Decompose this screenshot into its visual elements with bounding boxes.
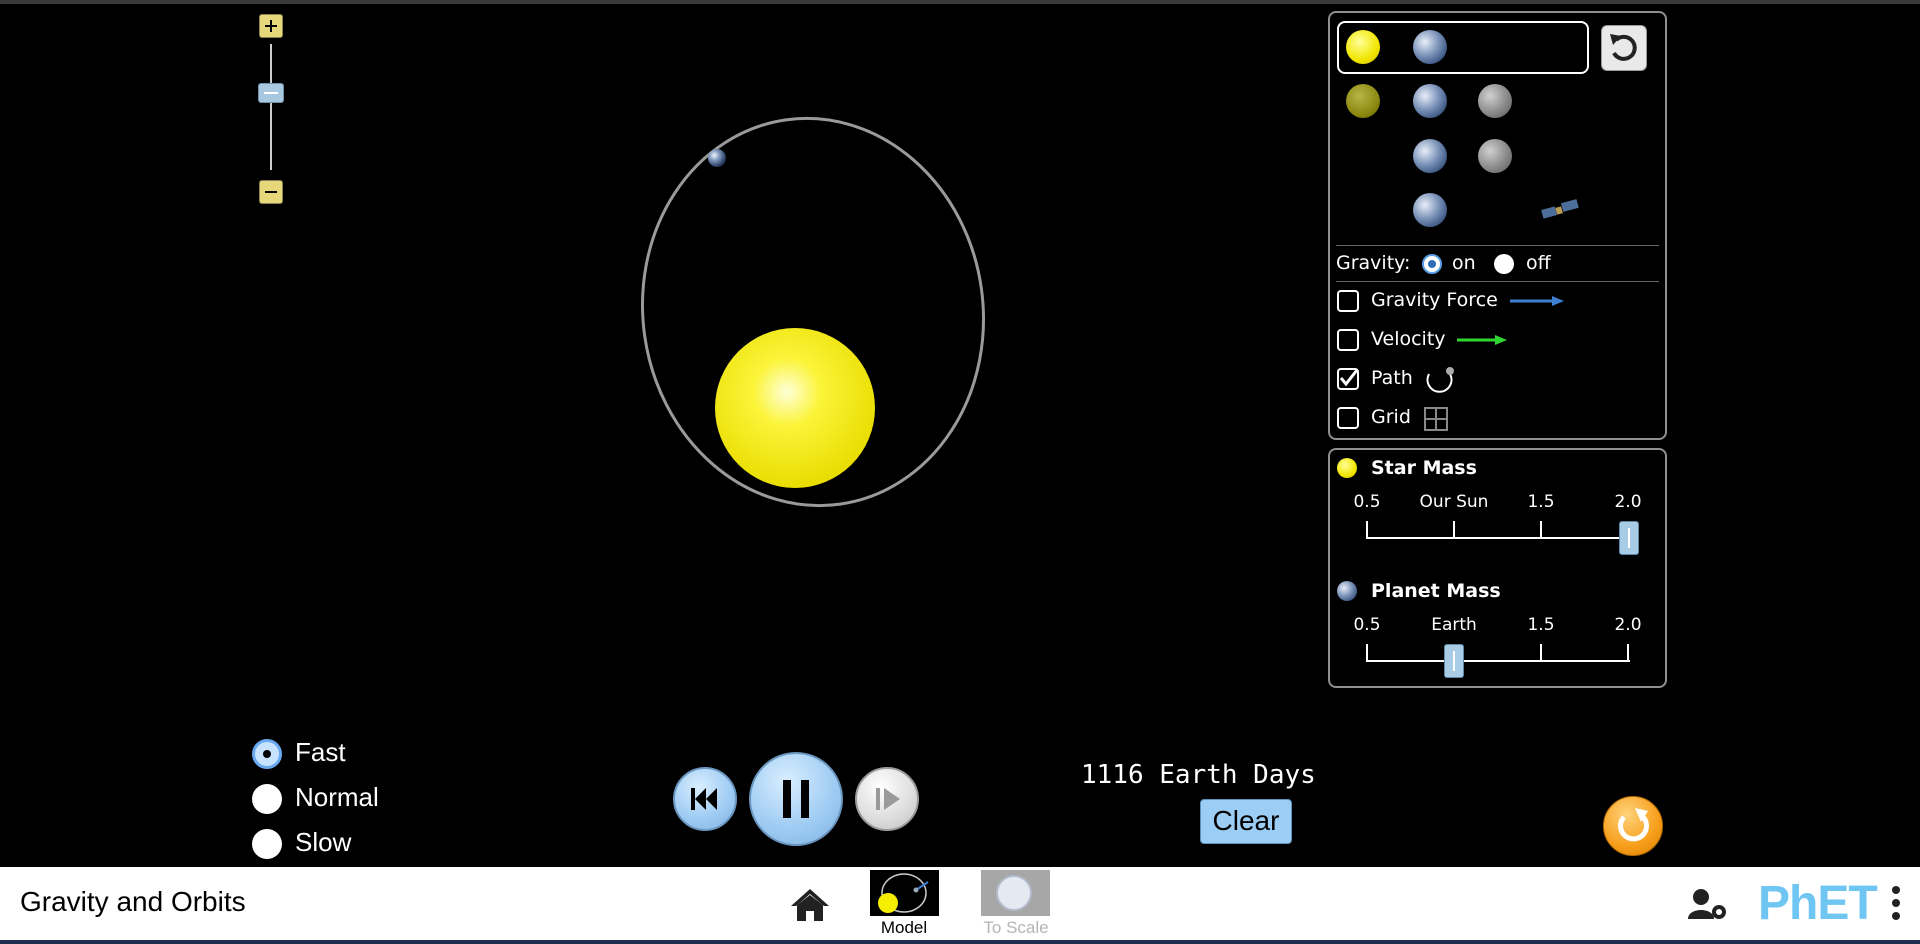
planet-body[interactable]	[708, 149, 726, 167]
planet-mass-tick-label: 2.0	[1614, 615, 1642, 635]
planet-mass-slider-track[interactable]	[1366, 660, 1630, 662]
planet-mass-title: Planet Mass	[1371, 580, 1501, 602]
planet-mass-tick-label: 1.5	[1527, 615, 1555, 635]
star-mass-tick-label: Our Sun	[1419, 492, 1489, 512]
phet-logo[interactable]: PhET	[1758, 876, 1878, 931]
planet-mass-tick	[1627, 644, 1629, 660]
satellite-icon[interactable]	[1540, 198, 1582, 224]
grid-label: Grid	[1371, 406, 1411, 428]
velocity-checkbox[interactable]	[1337, 329, 1359, 351]
navigation-bar	[0, 867, 1920, 940]
navbar-bottom-border	[0, 940, 1920, 944]
speed-slow-label: Slow	[295, 827, 352, 857]
separator	[1336, 245, 1659, 246]
speed-fast-label: Fast	[295, 737, 346, 767]
sun-icon	[1346, 30, 1380, 64]
model-screen-thumbnail[interactable]	[870, 870, 939, 916]
pause-button[interactable]	[749, 752, 843, 846]
system-option-sun-icon[interactable]	[1346, 84, 1380, 118]
system-option-earth-icon[interactable]	[1413, 139, 1447, 173]
reset-all-icon	[1618, 808, 1650, 842]
star-mass-tick-label: 1.5	[1527, 492, 1555, 512]
speed-fast-radio[interactable]	[252, 739, 282, 769]
path-checkbox[interactable]	[1337, 368, 1359, 390]
clear-time-button[interactable]: Clear	[1200, 799, 1292, 844]
elapsed-time-readout: 1116 Earth Days	[1081, 760, 1316, 790]
star-mass-slider-track[interactable]	[1366, 537, 1630, 539]
gravity-off-radio[interactable]	[1494, 254, 1514, 274]
checkmark-icon	[1339, 369, 1358, 387]
system-option-earth-icon[interactable]	[1413, 193, 1447, 227]
menu-icon[interactable]	[1888, 884, 1904, 924]
speed-normal-label: Normal	[295, 782, 379, 812]
gravity-off-label: off	[1526, 252, 1551, 274]
planet-mass-tick	[1366, 644, 1368, 660]
planet-mass-tick	[1540, 644, 1542, 660]
app-title: Gravity and Orbits	[20, 886, 246, 917]
planet-mass-tick-label: 0.5	[1353, 615, 1381, 635]
system-option-moon-icon[interactable]	[1478, 84, 1512, 118]
gravity-force-checkbox[interactable]	[1337, 290, 1359, 312]
play-area	[641, 116, 985, 508]
star-mass-tick	[1366, 521, 1368, 537]
gravity-on-radio[interactable]	[1422, 254, 1442, 274]
path-label: Path	[1371, 367, 1413, 389]
star-body[interactable]	[715, 328, 875, 488]
step-forward-icon	[876, 788, 900, 810]
star-mass-slider-thumb[interactable]	[1619, 521, 1639, 555]
step-back-icon	[691, 788, 717, 810]
reset-system-button[interactable]	[1601, 25, 1647, 71]
separator	[1336, 281, 1659, 282]
pause-icon	[783, 780, 809, 818]
step-forward-button[interactable]	[855, 767, 919, 831]
star-mass-tick	[1540, 521, 1542, 537]
grid-checkbox[interactable]	[1337, 407, 1359, 429]
model-screen-icon	[878, 873, 929, 913]
speed-slow-radio[interactable]	[252, 829, 282, 859]
earth-icon	[1413, 30, 1447, 64]
reset-icon	[1610, 34, 1637, 61]
star-mass-title: Star Mass	[1371, 457, 1477, 479]
star-mass-tick-label: 0.5	[1353, 492, 1381, 512]
mass-panel	[1328, 448, 1667, 688]
path-icon	[1426, 367, 1454, 393]
gravity-force-label: Gravity Force	[1371, 289, 1498, 311]
preferences-icon[interactable]	[1686, 887, 1730, 923]
to-scale-screen-label[interactable]: To Scale	[983, 918, 1048, 938]
gravity-label: Gravity:	[1336, 252, 1411, 274]
grid-icon	[1424, 407, 1448, 431]
home-icon[interactable]	[790, 887, 830, 923]
system-option-earth-icon[interactable]	[1413, 84, 1447, 118]
to-scale-screen-icon	[996, 875, 1032, 911]
star-mass-sun-icon	[1337, 458, 1357, 478]
step-back-button[interactable]	[673, 767, 737, 831]
gravity-on-label: on	[1452, 252, 1476, 274]
star-mass-tick-label: 2.0	[1614, 492, 1642, 512]
planet-mass-tick-label: Earth	[1431, 615, 1477, 635]
gravity-force-arrow-icon	[1510, 296, 1564, 306]
speed-normal-radio[interactable]	[252, 784, 282, 814]
system-option-moon-icon[interactable]	[1478, 139, 1512, 173]
model-screen-label[interactable]: Model	[881, 918, 927, 938]
planet-mass-earth-icon	[1337, 581, 1357, 601]
reset-all-button[interactable]	[1603, 796, 1663, 856]
velocity-label: Velocity	[1371, 328, 1446, 350]
planet-mass-slider-thumb[interactable]	[1444, 644, 1464, 678]
velocity-arrow-icon	[1457, 335, 1507, 345]
to-scale-screen-thumbnail[interactable]	[981, 870, 1050, 916]
star-mass-tick	[1453, 521, 1455, 537]
